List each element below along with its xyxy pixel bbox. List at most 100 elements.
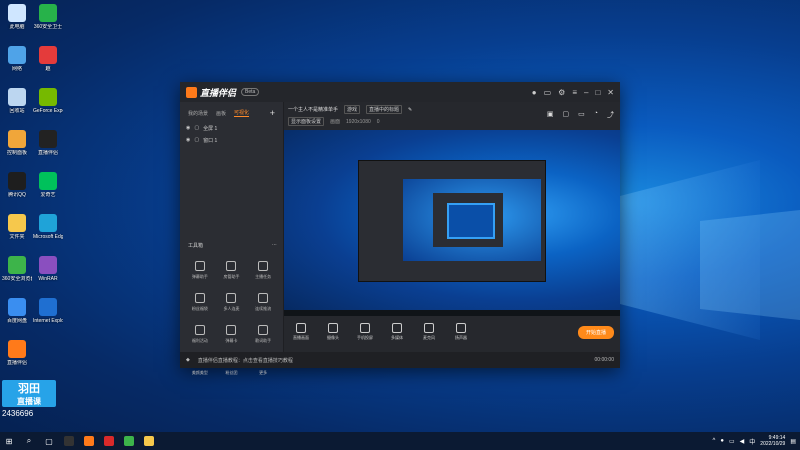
volume-icon[interactable]: ◀	[740, 438, 745, 445]
notification-icon[interactable]: ▤	[790, 438, 796, 445]
tool-item[interactable]: 弹幕卡	[216, 322, 248, 348]
desktop-icon[interactable]: GeForce Experience	[33, 88, 63, 114]
tab-canvas[interactable]: 画板	[216, 110, 226, 117]
close-icon[interactable]: ✕	[607, 88, 614, 97]
viewer-count: 0	[376, 118, 380, 125]
gift-icon[interactable]: ▣	[547, 110, 554, 120]
desktop-icon[interactable]: 爱奇艺	[33, 172, 63, 198]
source-button[interactable]: 手机投屏	[354, 323, 376, 341]
maximize-icon[interactable]: □	[595, 88, 600, 97]
desktop-icon[interactable]: 趣	[33, 46, 63, 72]
desktop-icon-label: 文件夹	[9, 234, 25, 240]
tool-item[interactable]: 连续推流	[247, 290, 279, 316]
desktop-icon[interactable]: 网络	[2, 46, 32, 72]
minimize-icon[interactable]: –	[584, 88, 588, 97]
lock-icon[interactable]: ▢	[194, 137, 199, 143]
desktop-icon[interactable]: Internet Explorer	[33, 298, 63, 324]
status-text[interactable]: 直播伴侣直播教程：点击查看直播技巧教程	[198, 357, 293, 364]
tool-item[interactable]: 房管助手	[216, 258, 248, 284]
start-live-button[interactable]: 开始直播	[577, 325, 614, 339]
desktop-icon-label: 回收站	[9, 108, 25, 114]
desktop-icon[interactable]: 文件夹	[2, 214, 32, 240]
live-timer: 00:00:00	[594, 357, 614, 363]
display-settings-chip[interactable]: 显示面板设置	[288, 117, 325, 126]
ime-indicator[interactable]: 中	[749, 437, 755, 446]
app-titlebar: 直播伴侣 Beta ● ▭ ⚙ ≡ – □ ✕	[180, 82, 620, 102]
edit-icon[interactable]: ✎	[408, 107, 412, 113]
message-icon[interactable]: ▭	[544, 88, 552, 97]
source-label: 麦克风	[423, 335, 435, 340]
taskbar-app-icon[interactable]	[124, 436, 134, 446]
source-button[interactable]: 摄像头	[322, 323, 344, 341]
source-button[interactable]: 扬声器	[450, 323, 472, 341]
tool-label: 连续推流	[255, 306, 272, 311]
taskbar-live-icon[interactable]	[84, 436, 94, 446]
desktop-icon[interactable]: WinRAR	[33, 256, 63, 282]
app-icon	[8, 298, 26, 316]
settings-icon[interactable]: ⚙	[558, 88, 565, 97]
category-chip[interactable]: 游戏	[344, 105, 361, 114]
taskbar-app-icon[interactable]	[104, 436, 114, 446]
app-icon	[39, 46, 57, 64]
desktop-icon-label: 百度网盘	[6, 318, 27, 324]
desktop-icon[interactable]: 360安全卫士	[33, 4, 63, 30]
bell-icon[interactable]: ◔	[594, 110, 598, 120]
title-chip[interactable]: 直播中的标题	[366, 105, 403, 114]
stream-title[interactable]: 一个主人不是精准单手	[288, 106, 338, 113]
tool-icon	[226, 293, 237, 303]
search-icon[interactable]: ⌕	[24, 436, 34, 446]
stream-info-bar: 一个主人不是精准单手 游戏 直播中的标题 ✎ 显示面板设置 画面 1920x10…	[284, 102, 620, 126]
scene-item[interactable]: ◉ ▢ 窗口 1	[180, 134, 283, 146]
tab-visual[interactable]: 可视化	[234, 109, 250, 117]
tool-item[interactable]: 弹幕助手	[184, 258, 216, 284]
watermark-box: 羽田 直播课	[2, 380, 56, 407]
tool-label: 弹幕助手	[191, 274, 208, 279]
lock-icon[interactable]: ▢	[563, 110, 570, 120]
live-companion-window: 直播伴侣 Beta ● ▭ ⚙ ≡ – □ ✕ 我的场景 画板 可视化 + ◉ …	[180, 82, 620, 375]
menu-icon[interactable]: ≡	[572, 88, 577, 97]
live-preview[interactable]	[284, 130, 620, 316]
tab-scenes[interactable]: 我的场景	[188, 110, 208, 117]
desktop-icon[interactable]: 直播伴侣	[33, 130, 63, 156]
version-badge[interactable]: Beta	[241, 88, 260, 96]
eye-icon[interactable]: ◉	[186, 125, 190, 131]
scene-tabs: 我的场景 画板 可视化 +	[180, 102, 283, 122]
desktop-icon[interactable]: 回收站	[2, 88, 32, 114]
source-label: 摄像头	[327, 335, 339, 340]
lock-icon[interactable]: ▢	[194, 125, 199, 131]
file-explorer-icon[interactable]	[144, 436, 154, 446]
avatar-icon[interactable]: ●	[532, 88, 537, 97]
tool-item[interactable]: 粉丝福袋	[184, 290, 216, 316]
desktop-icon[interactable]: 百度网盘	[2, 298, 32, 324]
titlebar-controls: ● ▭ ⚙ ≡ – □ ✕	[532, 88, 614, 97]
layout-icon[interactable]: ▭	[578, 110, 585, 120]
tool-item[interactable]: 福利活动	[184, 322, 216, 348]
task-view-icon[interactable]: ▢	[44, 436, 54, 446]
taskbar-app-icon[interactable]	[64, 436, 74, 446]
watermark-subtitle: 直播课	[17, 397, 41, 406]
share-icon[interactable]: ⤴	[607, 110, 614, 120]
desktop-icon[interactable]: Microsoft Edge	[33, 214, 63, 240]
source-button[interactable]: 直播画面	[290, 323, 312, 341]
clock[interactable]: 9:49:14 2022/10/29	[760, 435, 785, 447]
start-icon[interactable]: ⊞	[4, 436, 14, 446]
app-title: 直播伴侣	[200, 87, 237, 98]
more-icon[interactable]: ⋯	[272, 242, 277, 249]
network-icon[interactable]: ▭	[729, 438, 735, 445]
desktop-icon[interactable]: 腾讯QQ	[2, 172, 32, 198]
tool-item[interactable]: 多人连麦	[216, 290, 248, 316]
add-scene-button[interactable]: +	[270, 108, 275, 118]
mic-icon[interactable]: ●	[720, 438, 724, 444]
chevron-up-icon[interactable]: ^	[713, 438, 716, 444]
desktop-icon[interactable]: 直播伴侣	[2, 340, 32, 366]
scene-item[interactable]: ◉ ▢ 全屏 1	[180, 122, 283, 134]
source-button[interactable]: 多媒体	[386, 323, 408, 341]
desktop-icon[interactable]: 360安全浏览器	[2, 256, 32, 282]
desktop-icon[interactable]: 控制面板	[2, 130, 32, 156]
source-button[interactable]: 麦克风	[418, 323, 440, 341]
desktop-icon[interactable]: 此电脑	[2, 4, 32, 30]
eye-icon[interactable]: ◉	[186, 137, 190, 143]
tool-item[interactable]: 主播任务	[247, 258, 279, 284]
tool-icon	[258, 261, 269, 271]
tool-item[interactable]: 歌词助手	[247, 322, 279, 348]
